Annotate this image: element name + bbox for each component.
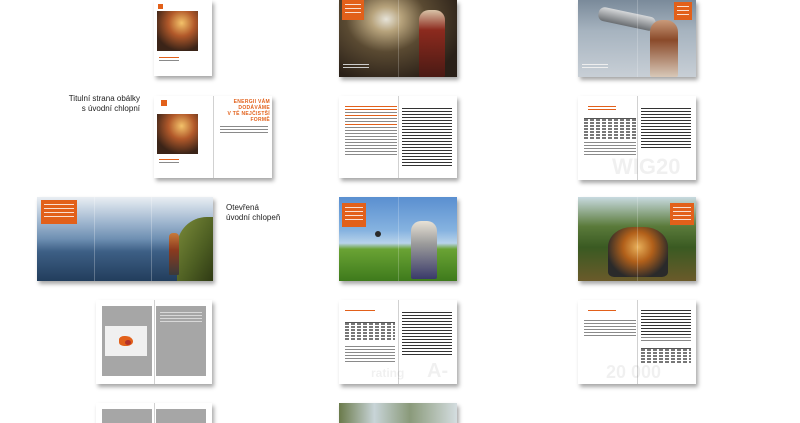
telescope-text-box (674, 2, 692, 20)
cyclists-riders (608, 227, 668, 277)
spread-bottom-left[interactable] (96, 403, 212, 423)
spread-cave[interactable] (339, 0, 457, 77)
cover-footer (159, 159, 179, 165)
paraglider-pilot (411, 221, 437, 279)
spread-text-1[interactable] (339, 96, 457, 178)
spread-cover-open[interactable]: ENERGII VÁM DODÁVÁME V TÉ NEJČISTŠÍ FORM… (154, 96, 272, 178)
cover-footer (159, 57, 179, 63)
spread-fold (213, 96, 214, 178)
num-title (588, 310, 616, 313)
paraglider-small (375, 231, 381, 237)
spread-cyclists[interactable] (578, 197, 696, 281)
ghost-wig20: WIG20 (612, 154, 681, 179)
spread-fold (151, 197, 152, 281)
rating-right-text (402, 312, 452, 357)
spread-flap-hiker[interactable] (37, 197, 213, 281)
spread-wig20[interactable]: WIG20 (578, 96, 696, 180)
spread-cover-top[interactable] (154, 0, 212, 76)
spread-paraglider[interactable] (339, 197, 457, 281)
spread-fold (154, 300, 155, 384)
wig-title (588, 106, 616, 112)
ghost-rating: rating (371, 366, 405, 380)
spread-fold (637, 0, 638, 77)
cover-headline: ENERGII VÁM DODÁVÁME V TÉ NEJČISTŠÍ FORM… (227, 99, 270, 123)
hiker-figure (169, 233, 179, 275)
cave-figure (419, 10, 445, 77)
intro-text-box (41, 200, 77, 224)
ghost-number: 20 000 (606, 362, 662, 382)
spread-telescope[interactable] (578, 0, 696, 77)
spread-fold (637, 197, 638, 281)
ghost-rating-suffix: A- (427, 360, 449, 382)
caption-cover: Titulní strana obálky s úvodní chlopní (68, 94, 140, 113)
cover-photo (157, 114, 198, 154)
spread-fold (94, 197, 95, 281)
spread-fold (154, 403, 155, 423)
text-1-left (345, 106, 397, 157)
bottom-left-page (102, 409, 152, 423)
cave-text-box (342, 0, 364, 20)
spread-river[interactable] (339, 403, 457, 423)
paraglider-text-box (342, 203, 366, 227)
rating-table (345, 322, 395, 341)
rating-title (345, 310, 375, 313)
spread-fold (398, 96, 399, 178)
text-1-right (402, 108, 452, 168)
spread-fold (398, 300, 399, 384)
bottom-right-page (156, 409, 206, 423)
logo-icon (161, 100, 167, 106)
spread-20000[interactable]: 20 000 (578, 300, 696, 384)
cover-body-text (220, 126, 268, 135)
cyclists-text-box (670, 203, 694, 225)
cover-photo (157, 11, 198, 51)
spread-rating[interactable]: rating A- (339, 300, 457, 384)
logo-icon (158, 4, 163, 9)
spread-fold (398, 197, 399, 281)
telescope-caption (582, 64, 608, 70)
wig-table (584, 118, 636, 140)
caption-flap: Otevřená úvodní chlopeň (226, 203, 281, 222)
telescope-woman (650, 20, 678, 77)
cave-caption (343, 64, 369, 70)
spread-fold (637, 96, 638, 180)
spread-map[interactable] (96, 300, 212, 384)
num-left-text (584, 320, 636, 338)
spread-fold (398, 0, 399, 77)
wig-right-text (641, 108, 691, 150)
map-text (160, 312, 202, 324)
num-right-text (641, 310, 691, 343)
river-photo (339, 403, 457, 423)
spread-fold (637, 300, 638, 384)
map-europe (105, 326, 147, 356)
rating-left-text (345, 346, 395, 364)
